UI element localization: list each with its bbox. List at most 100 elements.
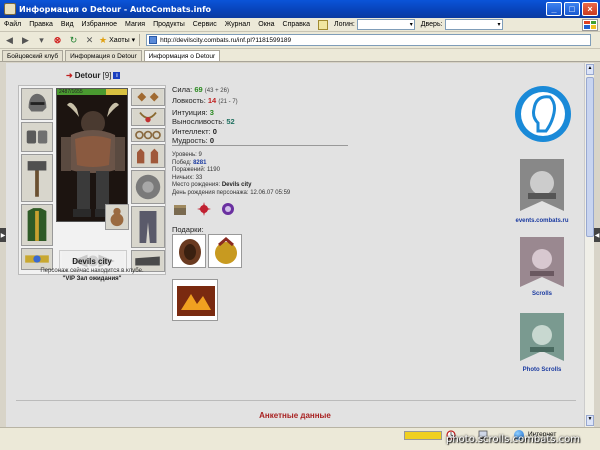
- hammer-icon: [22, 155, 52, 201]
- bracers-icon: [22, 123, 52, 151]
- home-icon[interactable]: [318, 19, 329, 30]
- gloves-slot[interactable]: [131, 144, 165, 168]
- helmet-slot[interactable]: [21, 88, 53, 120]
- address-bar[interactable]: [146, 34, 592, 46]
- dropdown-arrow-icon[interactable]: ▾: [35, 34, 48, 47]
- star-icon: ★: [99, 34, 108, 45]
- stat-value: 0: [209, 136, 214, 146]
- menu-edit[interactable]: Правка: [25, 21, 57, 28]
- gift-item[interactable]: [172, 234, 206, 268]
- pet-slot[interactable]: [105, 204, 129, 230]
- stat-row: Интуиция: 3: [172, 108, 238, 117]
- character-city: Devils city: [72, 257, 112, 266]
- login-select[interactable]: ▾: [356, 19, 415, 30]
- rings-icon: [133, 129, 163, 141]
- earrings-slot[interactable]: [131, 88, 165, 106]
- url-input[interactable]: [160, 36, 591, 44]
- info-icon[interactable]: i: [113, 72, 121, 79]
- scroll-down-icon[interactable]: ▼: [586, 415, 594, 426]
- right-collapse-arrow-icon[interactable]: ◀: [594, 228, 600, 242]
- favorites-button[interactable]: ★ Хаоты ▾: [99, 35, 135, 46]
- events-flag-icon: [520, 159, 564, 211]
- sun-medal-icon[interactable]: [196, 201, 212, 217]
- info-row-level: Уровень: 9: [172, 152, 290, 160]
- windows-logo-icon: [582, 18, 598, 31]
- stat-extra: (21 - 7): [218, 99, 238, 106]
- amulet-slot[interactable]: [131, 108, 165, 126]
- menu-windows[interactable]: Окна: [254, 21, 278, 28]
- info-label: День рождения персонажа:: [172, 189, 249, 196]
- equipment-panel: 2487/1655: [18, 85, 166, 275]
- info-row-losses: Поражений: 1190: [172, 167, 290, 175]
- minimize-button[interactable]: _: [546, 2, 562, 16]
- menu-products[interactable]: Продукты: [149, 21, 189, 28]
- leggings-slot[interactable]: [131, 206, 165, 248]
- skull-medal-icon[interactable]: [220, 201, 236, 217]
- tab-fight-club[interactable]: Бойцовский клуб: [2, 50, 64, 61]
- scroll-up-icon[interactable]: ▲: [586, 64, 594, 75]
- gifts-title: Подарки:: [172, 225, 204, 234]
- door-select[interactable]: ▾: [444, 19, 503, 30]
- photo-flag-icon: [520, 313, 564, 361]
- gift-item[interactable]: [208, 234, 242, 268]
- stop-icon[interactable]: ⊗: [51, 34, 64, 47]
- chest-medal-icon[interactable]: [172, 201, 188, 217]
- gloves-icon: [132, 145, 164, 167]
- photo-scrolls-banner[interactable]: Photo Scrolls: [506, 311, 578, 377]
- tools-icon[interactable]: ✕: [83, 34, 96, 47]
- armor-slot[interactable]: [21, 204, 53, 246]
- bracers-slot[interactable]: [21, 122, 53, 152]
- favorites-label: Хаоты: [109, 36, 130, 44]
- scrollbar-thumb[interactable]: [586, 77, 594, 237]
- info-value: 12.06.07 05:59: [250, 189, 291, 196]
- rings-slot[interactable]: [131, 128, 165, 142]
- scrolls-caption: Scrolls: [531, 291, 552, 297]
- character-info: Уровень: 9 Побед: 8281 Поражений: 1190 Н…: [172, 152, 290, 198]
- armor-icon: [22, 205, 52, 245]
- refresh-icon[interactable]: ↻: [67, 34, 80, 47]
- vertical-scrollbar[interactable]: ▲ ▼: [584, 63, 594, 427]
- stat-value: 69: [194, 85, 203, 94]
- close-button[interactable]: ×: [582, 2, 598, 16]
- stats-block: Сила: 69 (43 + 26) Ловкость: 14 (21 - 7)…: [172, 85, 238, 145]
- events-banner[interactable]: events.combats.ru: [506, 157, 578, 227]
- forward-icon[interactable]: ▶: [19, 34, 32, 47]
- character-header: ➜ Detour [9] i: [66, 71, 121, 80]
- menu-view[interactable]: Вид: [57, 21, 78, 28]
- back-icon[interactable]: ◀: [3, 34, 16, 47]
- info-value: 33: [195, 174, 203, 181]
- weapon-slot[interactable]: [21, 154, 53, 202]
- info-row-draws: Ничьих: 33: [172, 175, 290, 183]
- stat-value: 14: [207, 96, 217, 106]
- menu-magic[interactable]: Магия: [121, 21, 149, 28]
- menu-favorites[interactable]: Избранное: [78, 21, 121, 28]
- stat-value: 0: [212, 126, 217, 136]
- menu-file[interactable]: Файл: [0, 21, 25, 28]
- stat-row: Сила: 69 (43 + 26): [172, 85, 238, 96]
- tab-info-detour-1[interactable]: Информация о Detour: [65, 50, 142, 61]
- maximize-button[interactable]: □: [564, 2, 580, 16]
- info-row-birthplace: Место рождения: Devils city: [172, 182, 290, 190]
- menu-bar: Файл Правка Вид Избранное Магия Продукты…: [0, 18, 600, 32]
- tab-info-detour-2[interactable]: Информация о Detour: [143, 50, 221, 61]
- stat-row: Выносливость: 52: [172, 117, 238, 126]
- info-value: 9: [198, 152, 202, 158]
- info-value: 8281: [193, 159, 207, 166]
- location-status: Персонаж сейчас находится в клубе.: [40, 268, 144, 274]
- toolbar-divider: [139, 34, 141, 46]
- gift-card-icon: [173, 280, 217, 320]
- character-avatar[interactable]: 2487/1655: [56, 88, 128, 222]
- shield-slot[interactable]: [131, 170, 165, 204]
- gift-item[interactable]: [172, 279, 218, 321]
- menu-service[interactable]: Сервис: [189, 21, 221, 28]
- top-banner-link[interactable]: [514, 83, 572, 145]
- menu-journal[interactable]: Журнал: [221, 21, 255, 28]
- gift-coin-icon: [209, 235, 241, 267]
- scrolls-banner[interactable]: Scrolls: [506, 235, 578, 303]
- stat-label: Сила:: [172, 85, 193, 94]
- shield-icon: [132, 171, 164, 203]
- stat-label: Мудрость:: [172, 136, 208, 146]
- menu-help[interactable]: Справка: [279, 21, 314, 28]
- info-label: Место рождения:: [172, 182, 221, 189]
- character-name[interactable]: Detour: [75, 71, 101, 80]
